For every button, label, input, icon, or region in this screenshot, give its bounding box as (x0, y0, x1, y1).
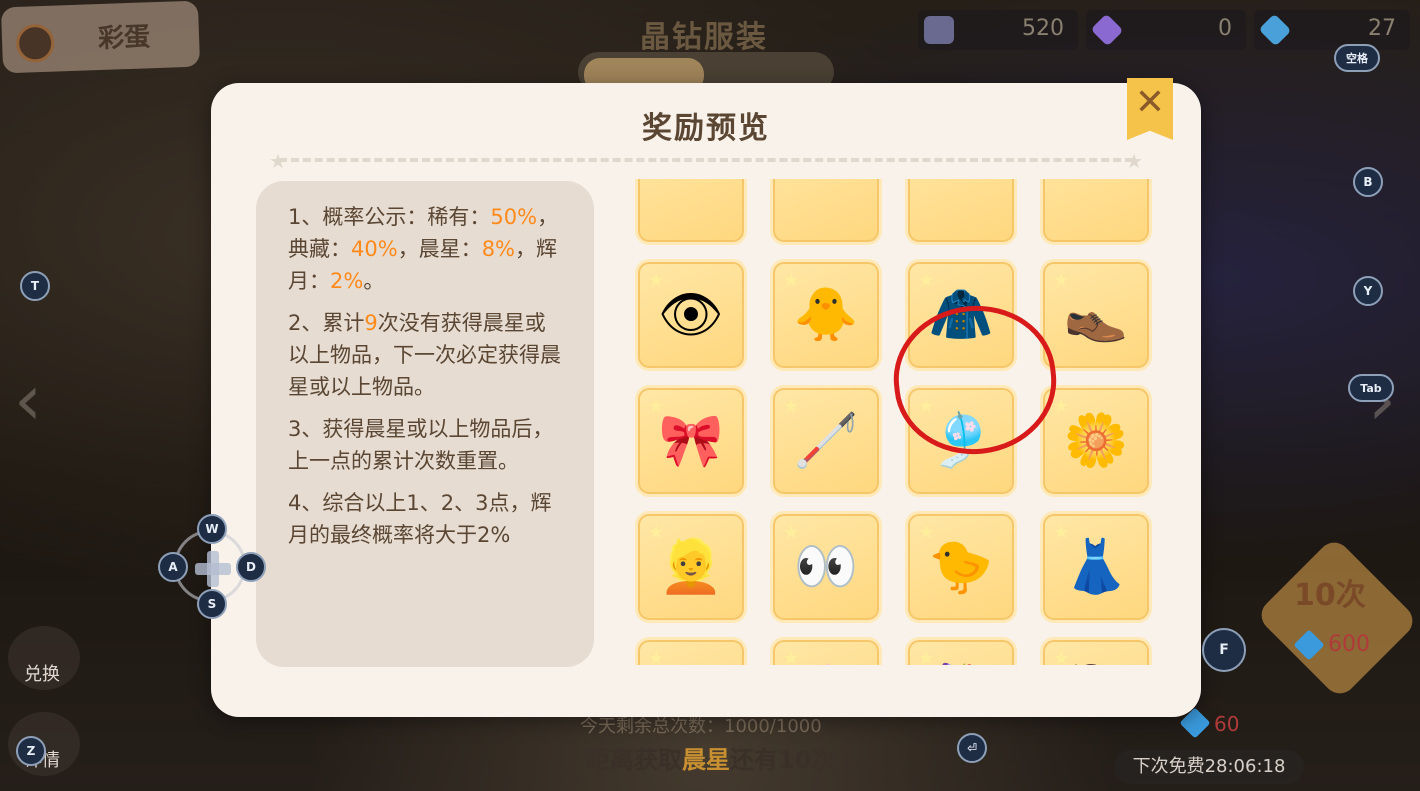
free-draw-timer: 下次免费28:06:18 (1114, 750, 1304, 784)
currency-diamond: 27 (1254, 10, 1410, 50)
key-hint-s[interactable]: S (197, 589, 227, 619)
exchange-label: 兑换 (24, 664, 60, 685)
countdown-pre: 距离获取 (586, 746, 682, 774)
purple-gem-icon (1090, 13, 1124, 47)
scene-title: 晶钻服装 (640, 20, 768, 55)
reward-grid-scroll[interactable]: ★★★★★👁★🐥★🧥★👞★🎀★🦯★🎐★🌼★👱★👀★🐤★👗★👟★🌸★💐★💇 (635, 179, 1155, 665)
currency-purple-gem: 0 (1086, 10, 1246, 50)
key-hint-tab[interactable]: Tab (1348, 374, 1394, 402)
item-icon: 🐤 (928, 537, 994, 597)
easter-egg-button[interactable]: 彩蛋 (0, 0, 201, 74)
item-icon: 👀 (793, 537, 859, 597)
currency-value: 0 (1218, 16, 1232, 41)
info-paragraph-3: 3、获得晨星或以上物品后，上一点的累计次数重置。 (288, 417, 554, 473)
info-text: ，晨星： (397, 237, 482, 261)
info-paragraph-1: 1、概率公示：稀有：50%，典藏：40%，晨星：8%，辉月：2%。 (288, 201, 566, 297)
reward-item-item-partial-1[interactable]: ★ (635, 179, 747, 245)
item-icon: 👗 (1063, 537, 1129, 597)
reward-item-blonde-hairstyle[interactable]: ★ 👱 (635, 511, 747, 623)
item-icon: 👱 (658, 537, 724, 597)
currency-ticket: 520 (918, 10, 1078, 50)
pity-countdown-text: 距离获取晨星还有10次 (586, 740, 835, 775)
key-hint-z[interactable]: Z (16, 736, 46, 766)
close-icon: ✕ (1134, 82, 1166, 123)
morning-star-rate: 8% (481, 237, 516, 261)
reward-item-item-partial-2[interactable]: ★ (770, 179, 882, 245)
title-divider (279, 158, 1133, 162)
info-paragraph-4: 4、综合以上1、2、3点，辉月的最终概率将大于2% (288, 491, 552, 547)
close-button[interactable]: ✕ (1127, 78, 1173, 140)
key-hint-f[interactable]: F (1202, 628, 1246, 672)
star-icon: ★ (1125, 149, 1143, 173)
info-text: 。 (363, 269, 385, 293)
easter-egg-icon (15, 23, 55, 63)
reward-item-green-eyes-makeup[interactable]: ★ 👀 (770, 511, 882, 623)
reward-item-green-floral-dress[interactable]: ★ 👗 (1040, 511, 1152, 623)
star-icon: ★ (269, 149, 287, 173)
reward-item-makeup-eyes-tears[interactable]: ★ 👁 (635, 259, 747, 371)
exchange-button[interactable]: 兑换 (8, 626, 80, 690)
reward-item-white-floral-top[interactable]: ★ 🌼 (1040, 385, 1152, 497)
currency-value: 27 (1368, 16, 1396, 41)
key-hint-a[interactable]: A (158, 552, 188, 582)
key-hint-y[interactable]: Y (1353, 276, 1383, 306)
countdown-key: 晨星 (682, 746, 730, 774)
item-icon: 🐥 (793, 285, 859, 345)
item-icon: 🦯 (793, 411, 859, 471)
info-text: 1、概率公示：稀有： (288, 205, 491, 229)
reward-item-yellow-puppy-hat[interactable]: ★ 🐥 (770, 259, 882, 371)
info-paragraph-2: 2、累计9次没有获得晨星或以上物品，下一次必定获得晨星或以上物品。 (288, 307, 566, 403)
pity-count: 9 (364, 311, 378, 335)
modal-title: 奖励预览 (642, 111, 770, 146)
reward-item-short-blonde-hair[interactable]: ★💇 (1040, 637, 1152, 665)
key-hint-b[interactable]: B (1353, 167, 1383, 197)
item-icon: 👞 (1063, 285, 1129, 345)
reward-item-floral-outfit[interactable]: ★💐 (905, 637, 1017, 665)
draw-ten-label: 10次 (1294, 578, 1366, 613)
countdown-post: 还有10次 (730, 746, 836, 774)
item-icon: 🎀 (658, 411, 724, 471)
key-hint-enter[interactable]: ⏎ (957, 733, 987, 763)
rare-rate: 50% (490, 205, 538, 229)
probability-info-panel: 1、概率公示：稀有：50%，典藏：40%，晨星：8%，辉月：2%。 2、累计9次… (256, 181, 594, 667)
reward-item-item-partial-4[interactable]: ★ (1040, 179, 1152, 245)
moon-rate: 2% (330, 269, 364, 293)
key-hint-d[interactable]: D (236, 552, 266, 582)
reward-item-item-partial-3[interactable]: ★ (905, 179, 1017, 245)
ticket-icon (924, 16, 954, 44)
currency-value: 520 (1022, 16, 1064, 41)
info-text: 2、累计 (288, 311, 365, 335)
reward-item-flower-wand[interactable]: ★🌸 (770, 637, 882, 665)
key-hint-t[interactable]: T (20, 271, 50, 301)
draw-one-cost: 60 (1214, 712, 1240, 736)
draw-ten-cost: 600 (1328, 632, 1370, 657)
prev-arrow-icon[interactable]: ‹ (14, 360, 54, 440)
reward-item-yellow-puppy-hat-2[interactable]: ★ 🐤 (905, 511, 1017, 623)
reward-item-black-bow-hairpiece[interactable]: ★ 🎀 (635, 385, 747, 497)
reward-item-black-cane[interactable]: ★ 🦯 (770, 385, 882, 497)
collection-rate: 40% (351, 237, 398, 261)
item-icon: 👁 (657, 285, 725, 345)
item-icon: 🌼 (1063, 411, 1129, 471)
key-hint-w[interactable]: W (197, 514, 227, 544)
key-hint-space[interactable]: 空格 (1334, 44, 1380, 72)
easter-egg-label: 彩蛋 (97, 22, 151, 55)
reward-item-black-shoes[interactable]: ★ 👞 (1040, 259, 1152, 371)
reward-item-green-shoes[interactable]: ★👟 (635, 637, 747, 665)
reward-grid: ★★★★★👁★🐥★🧥★👞★🎀★🦯★🎐★🌼★👱★👀★🐤★👗★👟★🌸★💐★💇 (635, 179, 1152, 665)
diamond-plus-icon[interactable] (1258, 13, 1292, 47)
